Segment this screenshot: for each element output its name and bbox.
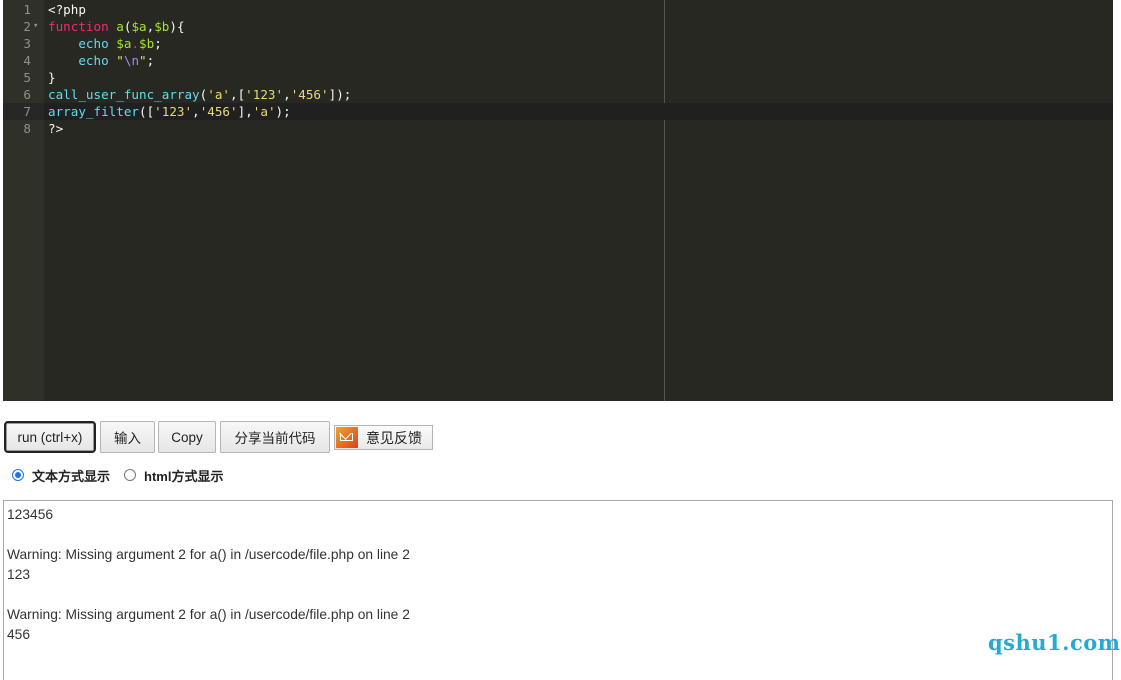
code-text[interactable]: echo "\n"; (48, 52, 154, 69)
code-text[interactable]: ?> (48, 120, 63, 137)
code-line[interactable]: 3 echo $a.$b; (3, 35, 1113, 52)
php-open-tag: <?php (48, 2, 86, 17)
code-line[interactable]: 4 echo "\n"; (3, 52, 1113, 69)
radio-html-label: html方式显示 (144, 468, 224, 484)
output-line: Warning: Missing argument 2 for a() in /… (7, 607, 410, 622)
punct: } (48, 70, 56, 85)
punct: ,[ (230, 87, 246, 102)
output-line: 123 (7, 567, 31, 582)
watermark-logo: qshu1.com (988, 630, 1121, 655)
string: 'a' (207, 87, 230, 102)
variable: $b (139, 36, 155, 51)
builtin-function: array_filter (48, 104, 139, 119)
radio-text-label: 文本方式显示 (32, 468, 111, 484)
radio-text-mode[interactable]: 文本方式显示 (12, 466, 110, 485)
keyword-function: function (48, 19, 109, 34)
line-number: 6 (23, 87, 31, 102)
builtin-function: call_user_func_array (48, 87, 200, 102)
punct: ); (275, 104, 291, 119)
string: '456' (199, 104, 238, 119)
code-text[interactable]: echo $a.$b; (48, 35, 162, 52)
variable: $a (131, 19, 147, 34)
line-number: 5 (23, 70, 31, 85)
mail-icon (336, 427, 358, 448)
variable: $b (154, 19, 170, 34)
string: '456' (290, 87, 329, 102)
function-name: a (108, 19, 124, 34)
output-line: Warning: Missing argument 2 for a() in /… (7, 547, 410, 562)
display-mode-group: 文本方式显示 html方式显示 (12, 466, 237, 484)
line-number: 3 (23, 36, 31, 51)
radio-selected-icon[interactable] (12, 469, 24, 481)
output-line: 456 (7, 627, 31, 642)
code-text[interactable]: array_filter(['123','456'],'a'); (48, 103, 291, 120)
operator: . (131, 36, 140, 51)
string-quote: " (139, 53, 147, 68)
keyword-echo: echo (78, 36, 109, 51)
code-line[interactable]: 1 <?php (3, 1, 1113, 18)
line-number: 8 (23, 121, 31, 136)
punct: , (283, 87, 291, 102)
line-number: 1 (23, 2, 31, 17)
code-editor[interactable]: 1 <?php 2 ▾ function a($a,$b){ 3 echo $a… (3, 0, 1113, 401)
code-text[interactable]: } (48, 69, 56, 86)
keyword-echo: echo (78, 53, 109, 68)
output-panel[interactable]: 123456 Warning: Missing argument 2 for a… (3, 500, 1113, 680)
escape-sequence: \n (123, 53, 140, 68)
line-number: 7 (23, 104, 31, 119)
string-quote: " (116, 53, 124, 68)
fold-arrow-icon[interactable]: ▾ (33, 18, 38, 35)
input-button[interactable]: 输入 (100, 421, 155, 453)
punct: ; (154, 36, 162, 51)
code-line[interactable]: 2 ▾ function a($a,$b){ (3, 18, 1113, 35)
output-line: 123456 (7, 507, 54, 522)
code-line[interactable]: 5 } (3, 69, 1113, 86)
punct: ([ (139, 104, 155, 119)
code-text[interactable]: function a($a,$b){ (48, 18, 185, 35)
radio-unselected-icon[interactable] (124, 469, 137, 481)
run-button[interactable]: run (ctrl+x) (4, 421, 96, 453)
share-code-button[interactable]: 分享当前代码 (220, 421, 330, 453)
string: '123' (245, 87, 284, 102)
punct: , (192, 104, 200, 119)
code-line-active[interactable]: 7 array_filter(['123','456'],'a'); (3, 103, 1113, 120)
line-number: 2 (23, 19, 31, 34)
code-line[interactable]: 8 ?> (3, 120, 1113, 137)
punct: ]); (328, 87, 352, 102)
line-number: 4 (23, 53, 31, 68)
php-close-tag: ?> (48, 121, 64, 136)
punct: ){ (169, 19, 185, 34)
code-line[interactable]: 6 call_user_func_array('a',['123','456']… (3, 86, 1113, 103)
variable: $a (116, 36, 132, 51)
string: 'a' (252, 104, 276, 119)
code-text[interactable]: <?php (48, 1, 86, 18)
punct: ; (146, 53, 155, 68)
punct: ], (237, 104, 253, 119)
radio-html-mode[interactable]: html方式显示 (124, 466, 223, 485)
code-text[interactable]: call_user_func_array('a',['123','456']); (48, 86, 351, 103)
feedback-label: 意见反馈 (366, 429, 422, 446)
string: '123' (154, 104, 193, 119)
copy-button[interactable]: Copy (158, 421, 216, 453)
feedback-button[interactable]: 意见反馈 (334, 425, 433, 450)
